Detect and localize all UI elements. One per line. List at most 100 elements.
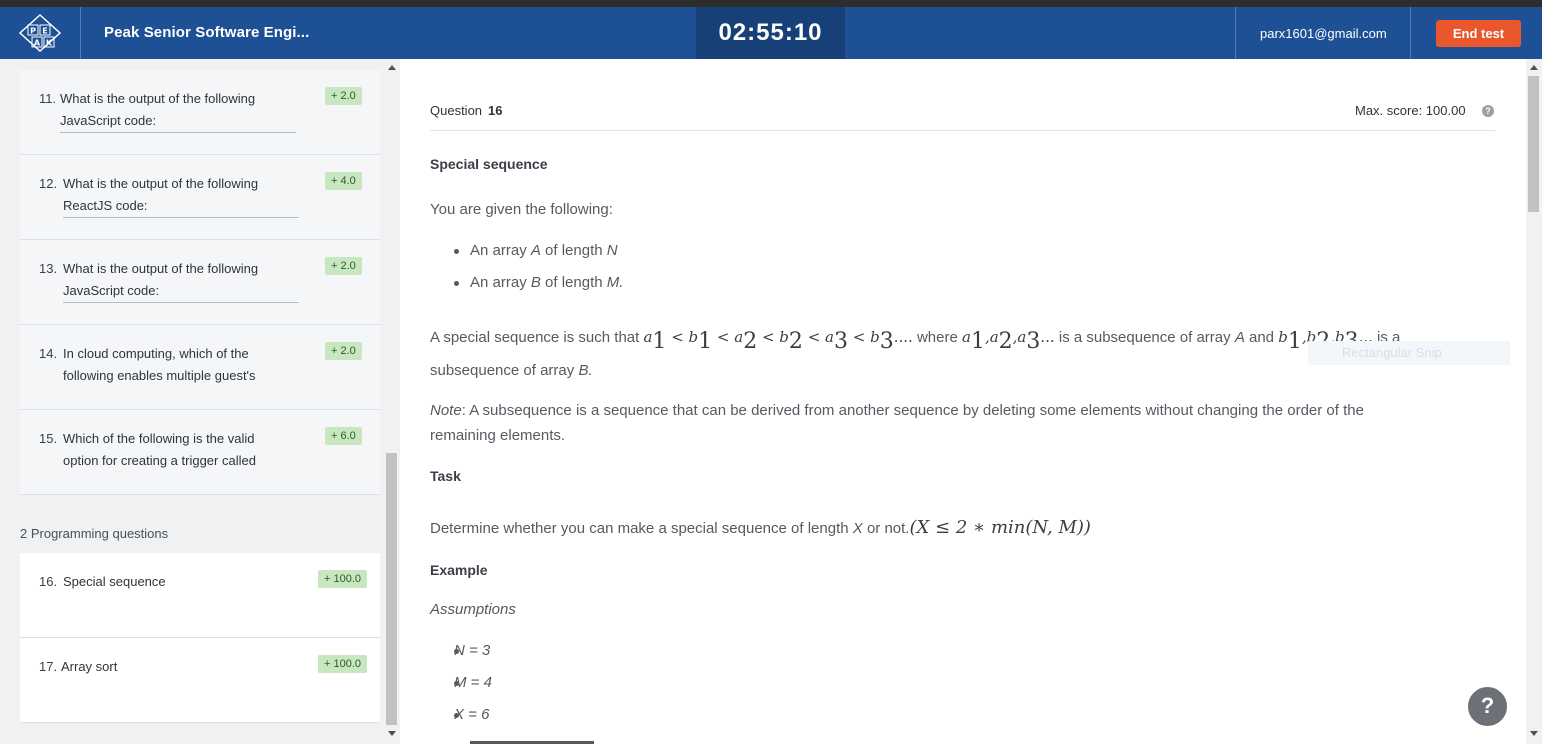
definition-text: subsequence of array xyxy=(430,362,575,379)
definition-text: A special sequence is such that xyxy=(430,329,640,346)
question-line1: What is the output of the following xyxy=(60,91,256,106)
test-title: Peak Senior Software Engi... xyxy=(104,24,310,41)
scroll-up-arrow-icon[interactable] xyxy=(388,65,396,70)
question-number: 15. xyxy=(39,431,58,446)
question-number: 14. xyxy=(39,346,58,361)
bullet-var: M. xyxy=(606,274,624,291)
sidebar-scroll-thumb[interactable] xyxy=(386,453,397,725)
svg-text:E: E xyxy=(42,27,47,36)
list-item: X = 6 xyxy=(454,706,489,723)
score-badge: + 100.0 xyxy=(318,655,368,673)
question-line1: Which of the following is the valid xyxy=(63,431,255,446)
bullet-text: An array xyxy=(470,242,531,259)
task-heading: Task xyxy=(430,468,461,484)
question-number: 17. xyxy=(39,659,58,674)
scroll-down-arrow-icon[interactable] xyxy=(1530,731,1538,736)
note-label: Note xyxy=(430,402,462,419)
svg-text:A: A xyxy=(34,39,41,48)
question-item-11[interactable]: 11. What is the output of the following … xyxy=(20,70,380,155)
question-item-15[interactable]: 15. Which of the following is the valid … xyxy=(20,410,380,495)
question-label-text: Question xyxy=(430,103,483,118)
question-mark-icon[interactable]: ? xyxy=(1482,105,1494,117)
score-badge: + 100.0 xyxy=(318,570,368,588)
header-divider xyxy=(80,7,81,59)
list-item: An array A of length N xyxy=(454,242,618,259)
programming-section-label: 2 Programming questions xyxy=(20,526,169,541)
definition-text: is a subsequence of array xyxy=(1058,329,1231,346)
note-text: remaining elements. xyxy=(430,427,566,444)
question-text: What is the output of the following Reac… xyxy=(63,173,303,218)
special-sequence-definition: A special sequence is such that a1 < b1 … xyxy=(430,325,1400,354)
task-text: Determine whether you can make a special… xyxy=(430,515,1091,541)
snip-overlay-label: Rectangular Snip xyxy=(1308,341,1510,365)
inequality-math: a1 < b1 < a2 < b2 < a3 < b3.... xyxy=(643,328,913,354)
question-item-12[interactable]: 12. What is the output of the following … xyxy=(20,155,380,240)
bullet-var: N xyxy=(606,242,618,259)
question-line1: In cloud computing, which of the xyxy=(63,346,249,361)
score-badge: + 4.0 xyxy=(325,172,362,190)
list-item: N = 3 xyxy=(454,642,490,659)
header-bar: P E A K Peak Senior Software Engi... 02:… xyxy=(0,7,1542,59)
definition-text: and xyxy=(1249,329,1275,346)
question-line2: ReactJS code: xyxy=(63,195,299,218)
question-text: In cloud computing, which of the followi… xyxy=(63,343,303,387)
window-top-strip xyxy=(0,0,1542,7)
score-badge: + 6.0 xyxy=(325,427,362,445)
question-line2: following enables multiple guest's xyxy=(63,368,256,383)
array-var: A xyxy=(1234,329,1245,346)
problem-title: Special sequence xyxy=(430,156,548,172)
question-line1: What is the output of the following xyxy=(63,261,259,276)
question-line2: JavaScript code: xyxy=(60,110,296,133)
question-text: Which of the following is the valid opti… xyxy=(63,428,303,472)
peak-logo-icon: P E A K xyxy=(18,13,62,53)
task-var: X xyxy=(852,520,863,537)
score-badge: + 2.0 xyxy=(325,257,362,275)
main-scroll-thumb[interactable] xyxy=(1528,76,1539,212)
question-number-value: 16 xyxy=(488,103,503,118)
question-item-13[interactable]: 13. What is the output of the following … xyxy=(20,240,380,325)
intro-text: You are given the following: xyxy=(430,201,613,218)
definition-line2: subsequence of array B. xyxy=(430,358,593,383)
divider xyxy=(430,130,1495,131)
help-icon[interactable]: ? xyxy=(1466,685,1509,728)
question-label: Question 16 xyxy=(430,103,503,118)
user-email[interactable]: parx1601@gmail.com xyxy=(1260,26,1387,41)
question-text: What is the output of the following Java… xyxy=(60,88,300,133)
definition-text: where xyxy=(916,329,958,346)
assumption-text: N = 3 xyxy=(454,642,491,659)
note-paragraph: Note: A subsequence is a sequence that c… xyxy=(430,398,1364,448)
countdown-timer: 02:55:10 xyxy=(696,7,845,59)
question-number: 11. xyxy=(39,91,57,106)
bullet-text: of length xyxy=(540,242,607,259)
assumptions-label: Assumptions xyxy=(430,597,516,622)
score-badge: + 2.0 xyxy=(325,342,362,360)
scroll-up-arrow-icon[interactable] xyxy=(1530,65,1538,70)
task-constraint-math: (X ≤ 2 ∗ min(N, M)) xyxy=(909,517,1091,538)
a-sequence-math: a1,a2,a3... xyxy=(961,328,1055,354)
question-line2: option for creating a trigger called xyxy=(63,453,256,468)
svg-text:K: K xyxy=(46,39,53,48)
question-item-16[interactable]: 16. Special sequence + 100.0 xyxy=(20,553,380,638)
note-text: : A subsequence is a sequence that can b… xyxy=(461,402,1364,419)
assumptions-text: Assumptions xyxy=(430,601,516,618)
question-item-14[interactable]: 14. In cloud computing, which of the fol… xyxy=(20,325,380,410)
bullet-var: B xyxy=(530,274,541,291)
question-text: What is the output of the following Java… xyxy=(63,258,303,303)
score-badge: + 2.0 xyxy=(325,87,362,105)
svg-text:P: P xyxy=(30,27,36,36)
example-heading: Example xyxy=(430,562,488,578)
assumption-text: M = 4 xyxy=(454,674,492,691)
task-sentence: or not. xyxy=(866,520,910,537)
question-item-17[interactable]: 17. Array sort + 100.0 xyxy=(20,638,380,723)
question-number: 12. xyxy=(39,176,58,191)
list-item: M = 4 xyxy=(454,674,492,691)
header-divider xyxy=(1410,7,1411,59)
question-number: 13. xyxy=(39,261,58,276)
question-title: Special sequence xyxy=(63,574,166,589)
end-test-button[interactable]: End test xyxy=(1436,20,1521,47)
question-number: 16. xyxy=(39,574,58,589)
scroll-down-arrow-icon[interactable] xyxy=(388,731,396,736)
bullet-text: An array xyxy=(470,274,531,291)
max-score: Max. score: 100.00 xyxy=(1355,103,1466,118)
question-title: Array sort xyxy=(61,659,118,674)
